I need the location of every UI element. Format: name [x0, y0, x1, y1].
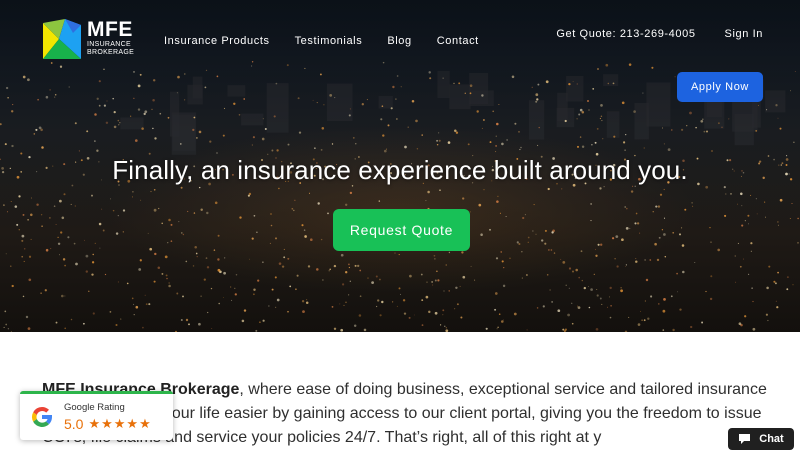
speech-bubble-icon — [739, 434, 751, 444]
brand-logo[interactable]: MFE INSURANCE BROKERAGE — [43, 19, 143, 61]
brand-subtitle-2: BROKERAGE — [87, 49, 135, 56]
nav-right: Get Quote: 213-269-4005 Sign In — [527, 28, 763, 40]
sign-in-link[interactable]: Sign In — [725, 28, 763, 40]
google-rating-badge[interactable]: Google Rating 5.0 ★★★★★ — [20, 391, 173, 440]
apply-now-button[interactable]: Apply Now — [677, 72, 763, 102]
chat-button[interactable]: Chat — [728, 428, 794, 450]
rating-stars: ★★★★★ — [88, 416, 152, 431]
rating-label: Google Rating — [64, 402, 125, 413]
nav-item-testimonials[interactable]: Testimonials — [295, 35, 363, 47]
nav-item-contact[interactable]: Contact — [437, 35, 479, 47]
hero-headline: Finally, an insurance experience built a… — [112, 155, 688, 185]
google-g-icon — [32, 406, 53, 428]
get-quote-phone-link[interactable]: Get Quote: 213-269-4005 — [556, 28, 695, 40]
logo-mark-icon — [43, 19, 81, 59]
rating-score: 5.0 — [64, 416, 84, 432]
request-quote-button[interactable]: Request Quote — [333, 209, 470, 251]
page: MFE INSURANCE BROKERAGE Insurance Produc… — [0, 0, 800, 450]
nav-item-blog[interactable]: Blog — [387, 35, 411, 47]
brand-name: MFE — [87, 18, 133, 41]
nav-item-insurance-products[interactable]: Insurance Products — [164, 35, 270, 47]
brand-subtitle-1: INSURANCE — [87, 41, 131, 48]
hero-section: MFE INSURANCE BROKERAGE Insurance Produc… — [0, 0, 800, 332]
main-nav: Insurance Products Testimonials Blog Con… — [164, 35, 504, 47]
chat-label: Chat — [759, 433, 784, 445]
